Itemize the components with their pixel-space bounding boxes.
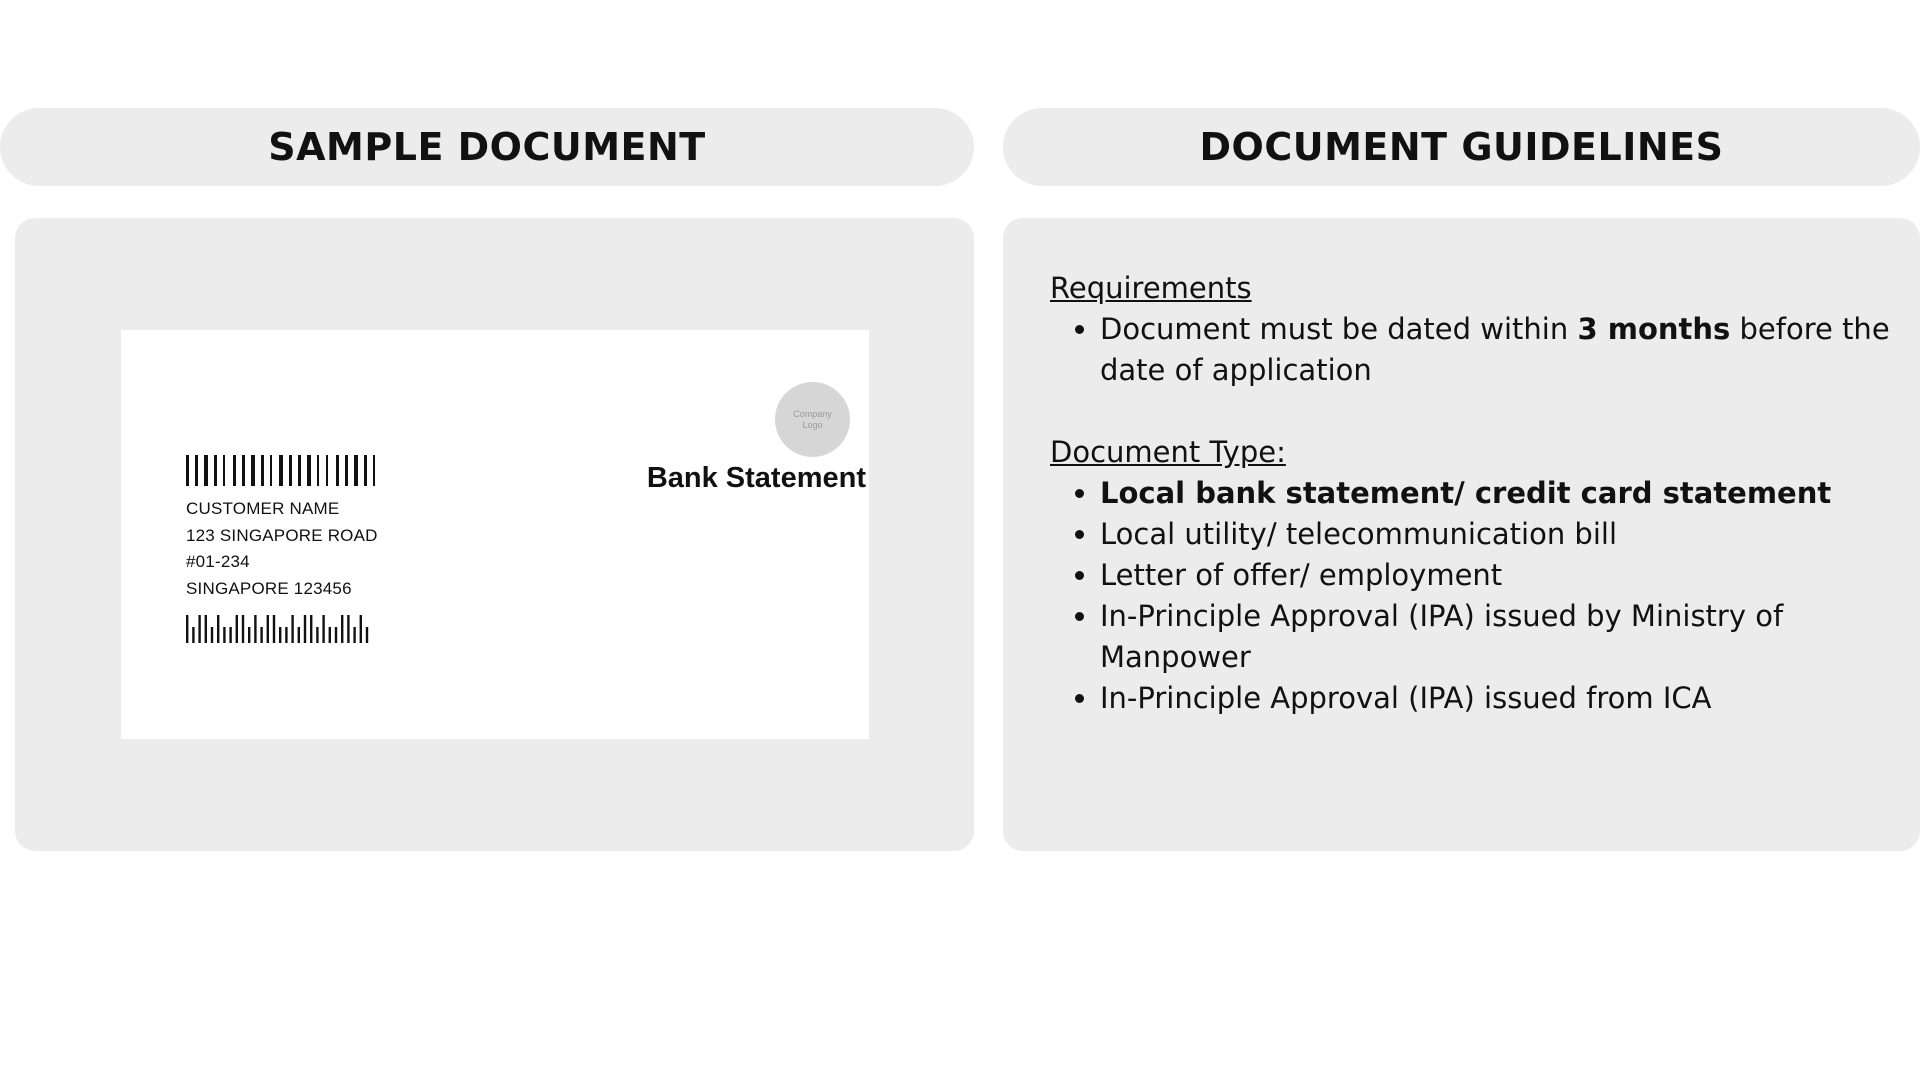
requirement-item: Document must be dated within 3 months b… — [1100, 309, 1890, 391]
document-guidelines-header: DOCUMENT GUIDELINES — [1003, 108, 1920, 186]
postal-barcode-graphic — [186, 615, 369, 643]
guidelines-content: Requirements Document must be dated with… — [1050, 268, 1890, 719]
document-type-item: Local bank statement/ credit card statem… — [1100, 473, 1890, 514]
document-type-list: Local bank statement/ credit card statem… — [1050, 473, 1890, 719]
address-line: 123 SINGAPORE ROAD — [186, 525, 378, 545]
company-logo: Company Logo — [775, 382, 850, 457]
document-title: Bank Statement — [646, 462, 866, 494]
requirement-bold: 3 months — [1577, 312, 1731, 346]
sample-document-panel: Company Logo Bank Statement CUSTOMER NAM… — [15, 218, 974, 851]
customer-address: CUSTOMER NAME 123 SINGAPORE ROAD #01-234… — [186, 496, 378, 602]
document-type-item: Local utility/ telecommunication bill — [1100, 514, 1890, 555]
requirements-list: Document must be dated within 3 months b… — [1050, 309, 1890, 391]
barcode-graphic — [186, 455, 375, 486]
sample-document-card: Company Logo Bank Statement CUSTOMER NAM… — [121, 330, 869, 739]
address-line: #01-234 — [186, 552, 250, 571]
document-type-title: Document Type: — [1050, 435, 1286, 469]
address-line: CUSTOMER NAME — [186, 499, 340, 518]
document-type-item: Letter of offer/ employment — [1100, 555, 1890, 596]
document-type-item: In-Principle Approval (IPA) issued by Mi… — [1100, 596, 1890, 678]
requirement-prefix: Document must be dated within — [1100, 312, 1578, 346]
company-logo-text: Company Logo — [793, 408, 832, 430]
sample-document-header: SAMPLE DOCUMENT — [0, 108, 974, 186]
document-guidelines-panel: Requirements Document must be dated with… — [1003, 218, 1920, 851]
requirements-title: Requirements — [1050, 271, 1252, 305]
document-type-item: In-Principle Approval (IPA) issued from … — [1100, 678, 1890, 719]
address-line: SINGAPORE 123456 — [186, 578, 352, 598]
